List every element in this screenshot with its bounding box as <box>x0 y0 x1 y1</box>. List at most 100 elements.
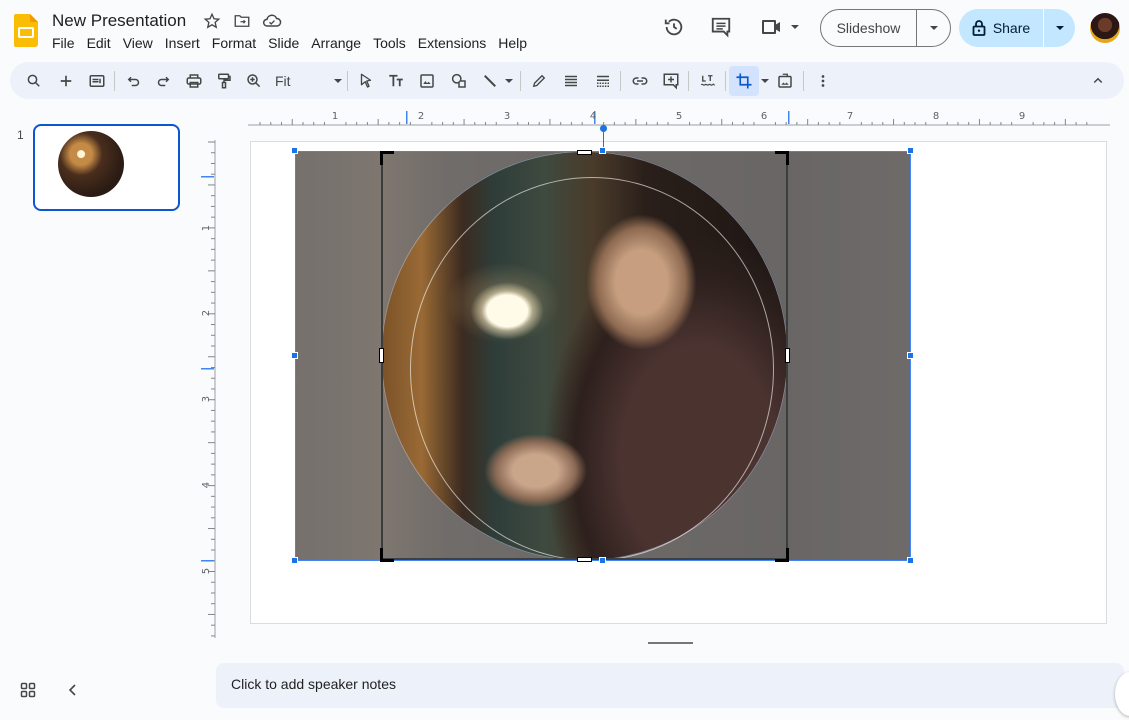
ruler-label: 2 <box>201 310 212 316</box>
menu-edit[interactable]: Edit <box>81 34 117 52</box>
zoom-icon[interactable] <box>242 69 266 93</box>
share-options-dropdown[interactable] <box>1044 25 1075 31</box>
share-label: Share <box>992 20 1031 36</box>
crop-handle-bottom-right[interactable] <box>775 548 789 562</box>
menu-insert[interactable]: Insert <box>159 34 206 52</box>
toolbar-separator <box>620 71 621 91</box>
resize-handle-top[interactable] <box>599 147 606 154</box>
ruler-label: 8 <box>933 111 939 122</box>
toolbar: Fit <box>10 62 1124 99</box>
resize-handle-bottom[interactable] <box>599 557 606 564</box>
cloud-saved-icon[interactable] <box>262 12 282 30</box>
caret-down-icon <box>1055 26 1064 30</box>
ruler-middle-marker[interactable] <box>201 368 214 370</box>
meet-camera-icon[interactable] <box>760 16 802 40</box>
menu-arrange[interactable]: Arrange <box>305 34 367 52</box>
redo-icon[interactable] <box>151 69 175 93</box>
ruler-label: 2 <box>418 111 424 122</box>
search-menus-icon[interactable] <box>22 69 46 93</box>
ruler-right-margin-marker[interactable] <box>788 111 790 124</box>
version-history-icon[interactable] <box>663 16 687 40</box>
thumbnail-image <box>58 131 124 197</box>
slideshow-button-group: Slideshow <box>820 9 951 47</box>
caret-down-icon <box>334 79 342 83</box>
shape-icon[interactable] <box>447 69 471 93</box>
menu-format[interactable]: Format <box>206 34 262 52</box>
more-options-icon[interactable] <box>811 69 835 93</box>
rotate-handle[interactable] <box>600 125 607 132</box>
collapse-filmstrip-icon[interactable] <box>66 682 80 698</box>
crop-handle-bottom[interactable] <box>577 557 592 562</box>
menu-tools[interactable]: Tools <box>367 34 412 52</box>
mask-image-dropdown[interactable] <box>758 69 772 93</box>
resize-handle-top-right[interactable] <box>907 147 914 154</box>
horizontal-ruler[interactable]: 1 2 3 4 5 6 7 8 9 <box>248 104 1110 126</box>
share-button[interactable]: Share <box>959 9 1044 47</box>
comments-icon[interactable] <box>710 16 734 40</box>
layout-icon[interactable] <box>85 69 109 93</box>
alt-text-icon[interactable] <box>696 69 720 93</box>
zoom-select[interactable]: Fit <box>275 71 343 91</box>
menu-view[interactable]: View <box>117 34 159 52</box>
border-dash-icon[interactable] <box>591 69 615 93</box>
crop-handle-right[interactable] <box>785 348 790 363</box>
line-type-dropdown[interactable] <box>502 69 516 93</box>
crop-handle-bottom-left[interactable] <box>380 548 394 562</box>
document-title[interactable]: New Presentation <box>52 11 186 31</box>
insert-link-icon[interactable] <box>628 69 652 93</box>
slide-number: 1 <box>17 128 24 142</box>
ruler-label: 1 <box>201 225 212 231</box>
crop-handle-left[interactable] <box>379 348 384 363</box>
border-color-icon[interactable] <box>527 69 551 93</box>
crop-handle-top-left[interactable] <box>380 151 394 165</box>
text-box-icon[interactable] <box>384 69 408 93</box>
toolbar-separator <box>520 71 521 91</box>
menu-help[interactable]: Help <box>492 34 533 52</box>
notes-resize-handle[interactable] <box>648 642 693 644</box>
border-weight-icon[interactable] <box>559 69 583 93</box>
menu-slide[interactable]: Slide <box>262 34 305 52</box>
star-icon[interactable] <box>203 12 221 30</box>
paint-format-icon[interactable] <box>212 69 236 93</box>
resize-handle-bottom-right[interactable] <box>907 557 914 564</box>
vertical-ruler[interactable]: 1 2 3 4 5 <box>198 140 218 640</box>
zoom-value: Fit <box>275 73 291 89</box>
line-icon[interactable] <box>478 69 502 93</box>
ruler-label: 5 <box>676 111 682 122</box>
toolbar-separator <box>347 71 348 91</box>
account-avatar[interactable] <box>1090 13 1120 43</box>
move-to-folder-icon[interactable] <box>233 12 251 30</box>
crop-image-button[interactable] <box>729 66 759 96</box>
toolbar-separator <box>725 71 726 91</box>
insert-image-icon[interactable] <box>415 69 439 93</box>
menu-extensions[interactable]: Extensions <box>412 34 492 52</box>
new-slide-icon[interactable] <box>54 69 78 93</box>
ruler-left-margin-marker[interactable] <box>406 111 408 124</box>
crop-handle-top[interactable] <box>577 150 592 155</box>
slide-thumbnail[interactable] <box>33 124 180 211</box>
collapse-toolbar-icon[interactable] <box>1086 69 1110 93</box>
toolbar-separator <box>803 71 804 91</box>
add-comment-icon[interactable] <box>659 69 683 93</box>
select-icon[interactable] <box>354 69 378 93</box>
resize-handle-top-left[interactable] <box>291 147 298 154</box>
ruler-label: 4 <box>201 482 212 488</box>
replace-image-icon[interactable] <box>773 69 797 93</box>
grid-view-icon[interactable] <box>20 682 36 698</box>
menu-file[interactable]: File <box>46 34 81 52</box>
slideshow-button[interactable]: Slideshow <box>821 10 917 46</box>
ruler-top-margin-marker[interactable] <box>201 176 214 178</box>
resize-handle-bottom-left[interactable] <box>291 557 298 564</box>
caret-down-icon <box>761 79 769 83</box>
print-icon[interactable] <box>182 69 206 93</box>
slides-logo[interactable] <box>14 14 38 47</box>
resize-handle-right[interactable] <box>907 352 914 359</box>
caret-down-icon <box>929 26 938 30</box>
slideshow-options-dropdown[interactable] <box>917 25 950 31</box>
ruler-bottom-margin-marker[interactable] <box>201 560 214 562</box>
resize-handle-left[interactable] <box>291 352 298 359</box>
undo-icon[interactable] <box>122 69 146 93</box>
ruler-label: 4 <box>590 111 596 122</box>
speaker-notes[interactable]: Click to add speaker notes <box>216 663 1124 708</box>
crop-handle-top-right[interactable] <box>775 151 789 165</box>
